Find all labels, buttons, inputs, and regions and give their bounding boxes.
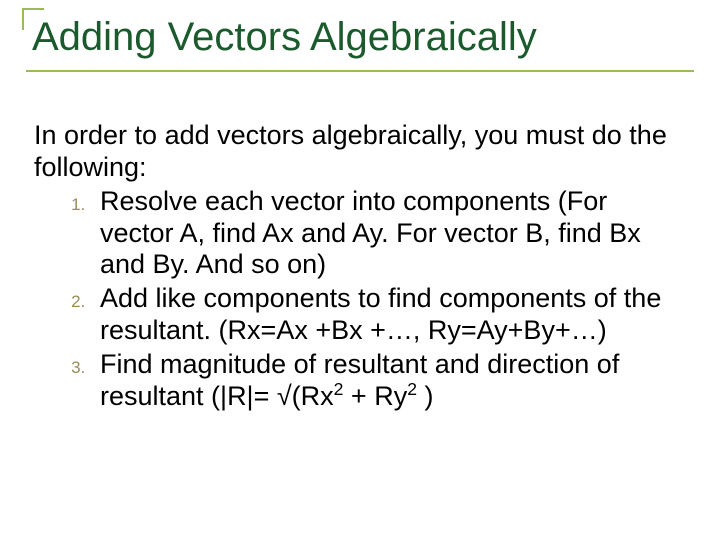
title-area: Adding Vectors Algebraically [26,10,694,72]
step-1: Resolve each vector into components (For… [90,186,674,282]
step-3-part-c: ) [417,381,434,411]
steps-list: Resolve each vector into components (For… [34,186,674,413]
title-corner-decoration [22,8,44,30]
body-content: In order to add vectors algebraically, y… [34,120,674,415]
slide: Adding Vectors Algebraically In order to… [0,0,720,540]
slide-title: Adding Vectors Algebraically [26,10,694,72]
step-3: Find magnitude of resultant and directio… [90,349,674,413]
intro-text: In order to add vectors algebraically, y… [34,120,674,184]
step-3-sup1: 2 [334,379,344,399]
step-2: Add like components to find components o… [90,283,674,347]
step-3-part-b: + Ry [343,381,407,411]
step-3-sup2: 2 [407,379,417,399]
